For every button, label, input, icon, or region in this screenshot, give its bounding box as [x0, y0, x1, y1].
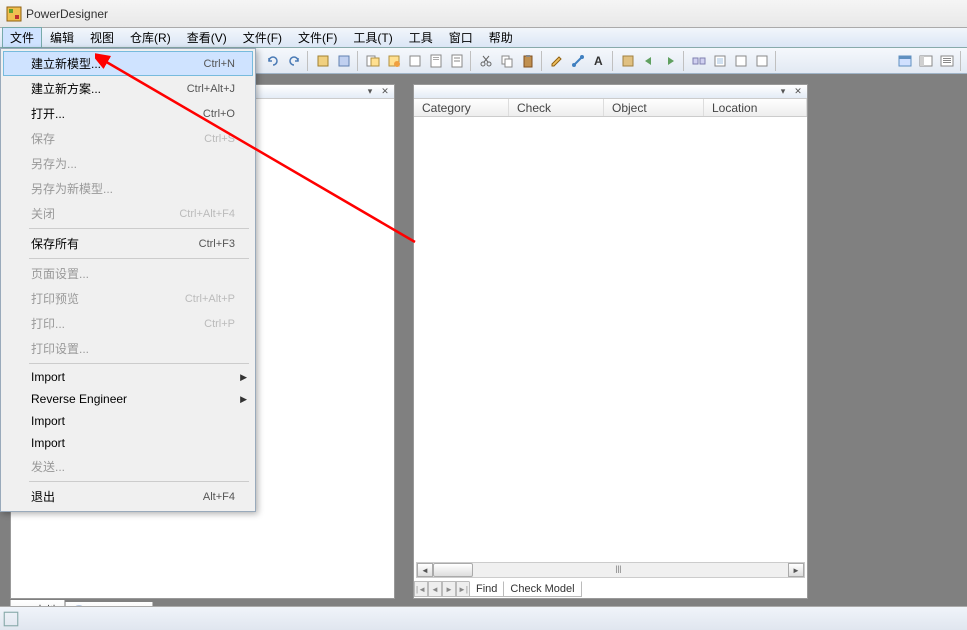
- tool-icon[interactable]: [447, 51, 467, 71]
- horizontal-scrollbar[interactable]: ◄ Ⅲ ►: [416, 562, 805, 578]
- right-panel: ▾ ✕ Category Check Object Location ◄ Ⅲ ►…: [413, 84, 808, 599]
- menu-new-model[interactable]: 建立新模型...Ctrl+N: [3, 51, 253, 76]
- undo-icon[interactable]: [263, 51, 283, 71]
- menu-separator: [29, 481, 249, 482]
- corner-icon: [2, 610, 20, 628]
- column-category[interactable]: Category: [414, 99, 509, 116]
- view-icon[interactable]: [916, 51, 936, 71]
- paste-icon[interactable]: [518, 51, 538, 71]
- menu-help[interactable]: 帮助: [481, 27, 521, 48]
- tool-icon[interactable]: [752, 51, 772, 71]
- tab-first-icon[interactable]: |◄: [414, 581, 428, 597]
- tab-next-icon[interactable]: ►: [442, 581, 456, 597]
- menu-import2[interactable]: Import: [3, 410, 253, 432]
- menu-repository[interactable]: 仓库(R): [122, 27, 179, 48]
- right-panel-tabs: |◄ ◄ ► ►| Find Check Model: [414, 580, 582, 598]
- tab-prev-icon[interactable]: ◄: [428, 581, 442, 597]
- tool-icon[interactable]: [710, 51, 730, 71]
- scroll-left-icon[interactable]: ◄: [417, 563, 433, 577]
- menu-exit[interactable]: 退出Alt+F4: [3, 484, 253, 509]
- menu-new-project[interactable]: 建立新方案...Ctrl+Alt+J: [3, 76, 253, 101]
- menu-separator: [29, 228, 249, 229]
- pencil-icon[interactable]: [547, 51, 567, 71]
- arrow-right-icon[interactable]: [660, 51, 680, 71]
- tab-check-model[interactable]: Check Model: [503, 581, 581, 597]
- column-object[interactable]: Object: [604, 99, 704, 116]
- redo-icon[interactable]: [284, 51, 304, 71]
- scroll-right-icon[interactable]: ►: [788, 563, 804, 577]
- menu-close: 关闭Ctrl+Alt+F4: [3, 201, 253, 226]
- menu-view[interactable]: 视图: [82, 27, 122, 48]
- tab-find[interactable]: Find: [469, 581, 504, 597]
- scroll-thumb[interactable]: [433, 563, 473, 577]
- tool-icon[interactable]: [731, 51, 751, 71]
- menu-save: 保存Ctrl+S: [3, 126, 253, 151]
- app-icon: [6, 6, 22, 22]
- menu-import3[interactable]: Import: [3, 432, 253, 454]
- menu-tools[interactable]: 工具(T): [345, 27, 400, 48]
- menu-save-all[interactable]: 保存所有Ctrl+F3: [3, 231, 253, 256]
- view-icon[interactable]: [937, 51, 957, 71]
- tool-icon[interactable]: [618, 51, 638, 71]
- tool-icon[interactable]: [689, 51, 709, 71]
- status-bar: [0, 606, 967, 630]
- menu-separator: [29, 258, 249, 259]
- panel-dropdown-icon[interactable]: ▾: [776, 86, 790, 97]
- menu-edit[interactable]: 编辑: [42, 27, 82, 48]
- panel-close-icon[interactable]: ✕: [378, 86, 392, 97]
- menu-window[interactable]: 窗口: [441, 27, 481, 48]
- column-check[interactable]: Check: [509, 99, 604, 116]
- menu-bar: 文件 编辑 视图 仓库(R) 查看(V) 文件(F) 文件(F) 工具(T) 工…: [0, 28, 967, 48]
- title-bar: PowerDesigner: [0, 0, 967, 28]
- menu-send: 发送...: [3, 454, 253, 479]
- menu-tools2[interactable]: 工具: [401, 27, 441, 48]
- menu-print-preview: 打印预览Ctrl+Alt+P: [3, 286, 253, 311]
- chevron-right-icon: ▶: [240, 372, 247, 383]
- menu-print-setup: 打印设置...: [3, 336, 253, 361]
- panel-dropdown-icon[interactable]: ▾: [363, 86, 377, 97]
- menu-open[interactable]: 打开...Ctrl+O: [3, 101, 253, 126]
- text-icon[interactable]: A: [589, 51, 609, 71]
- tool-icon[interactable]: [405, 51, 425, 71]
- chevron-right-icon: ▶: [240, 394, 247, 405]
- menu-view2[interactable]: 查看(V): [179, 27, 235, 48]
- copy-icon[interactable]: [497, 51, 517, 71]
- column-headers: Category Check Object Location: [414, 99, 807, 117]
- cut-icon[interactable]: [476, 51, 496, 71]
- column-location[interactable]: Location: [704, 99, 807, 116]
- view-icon[interactable]: [895, 51, 915, 71]
- tool-icon[interactable]: [363, 51, 383, 71]
- tab-last-icon[interactable]: ►|: [456, 581, 470, 597]
- tool-icon[interactable]: [426, 51, 446, 71]
- tool-icon[interactable]: [334, 51, 354, 71]
- panel-close-icon[interactable]: ✕: [791, 86, 805, 97]
- menu-file2[interactable]: 文件(F): [235, 27, 290, 48]
- menu-import[interactable]: Import▶: [3, 366, 253, 388]
- tool-icon[interactable]: [313, 51, 333, 71]
- menu-page-setup: 页面设置...: [3, 261, 253, 286]
- menu-print: 打印...Ctrl+P: [3, 311, 253, 336]
- svg-text:A: A: [594, 54, 603, 68]
- arrow-left-icon[interactable]: [639, 51, 659, 71]
- menu-save-as: 另存为...: [3, 151, 253, 176]
- menu-reverse-engineer[interactable]: Reverse Engineer▶: [3, 388, 253, 410]
- panel-header: ▾ ✕: [414, 85, 807, 99]
- link-icon[interactable]: [568, 51, 588, 71]
- menu-file[interactable]: 文件: [2, 27, 42, 48]
- menu-file3[interactable]: 文件(F): [290, 27, 345, 48]
- tool-icon[interactable]: [384, 51, 404, 71]
- menu-save-as-new-model: 另存为新模型...: [3, 176, 253, 201]
- window-title: PowerDesigner: [26, 7, 108, 21]
- menu-separator: [29, 363, 249, 364]
- file-dropdown-menu: 建立新模型...Ctrl+N 建立新方案...Ctrl+Alt+J 打开...C…: [0, 48, 256, 512]
